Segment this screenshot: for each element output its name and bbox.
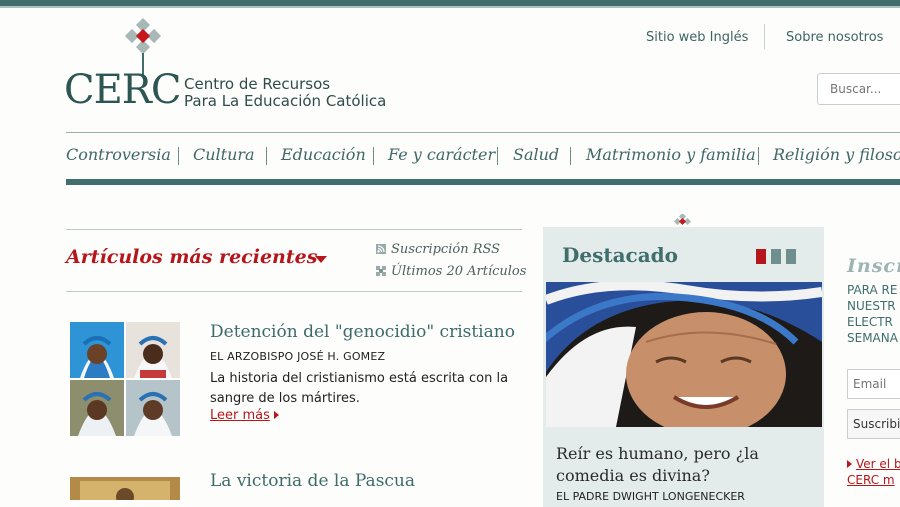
pager-dot-1[interactable] bbox=[756, 249, 766, 264]
article-summary: La historia del cristianismo está escrit… bbox=[210, 371, 509, 406]
nav-item-religion[interactable]: Religión y filosofía bbox=[773, 145, 900, 164]
article-title[interactable]: La victoria de la Pascua bbox=[210, 471, 415, 491]
link-english-site[interactable]: Sitio web Inglés bbox=[646, 30, 748, 45]
section-rule-bottom bbox=[66, 291, 522, 292]
nav-item-controversia[interactable]: Controversia bbox=[66, 145, 171, 164]
nav-divider bbox=[758, 147, 759, 165]
subscribe-line: ELECTR bbox=[847, 315, 893, 329]
arrow-right-icon bbox=[847, 460, 852, 468]
nav-divider bbox=[266, 147, 267, 165]
recent-articles-title[interactable]: Artículos más recientes bbox=[66, 246, 317, 268]
article-thumbnail[interactable] bbox=[70, 477, 180, 500]
rss-icon bbox=[376, 244, 386, 254]
logo-tagline-2: Para La Educación Católica bbox=[184, 92, 387, 110]
small-cross-icon bbox=[674, 214, 692, 226]
nav-bottom-bar bbox=[66, 179, 900, 185]
subscribe-line: PARA RE bbox=[847, 283, 898, 297]
newsletter-link-line2: CERC m bbox=[847, 473, 895, 487]
search-input[interactable] bbox=[817, 73, 900, 105]
section-rule-top bbox=[66, 229, 522, 230]
nav-item-matrimonio[interactable]: Matrimonio y familia bbox=[586, 145, 756, 164]
top-links-divider bbox=[764, 24, 765, 49]
email-field[interactable] bbox=[847, 369, 900, 399]
nav-divider bbox=[373, 147, 374, 165]
article-thumbnail[interactable] bbox=[70, 322, 180, 436]
pager-dot-2[interactable] bbox=[771, 249, 781, 264]
logo-wordmark: CERC bbox=[64, 67, 182, 113]
subscribe-line: NUESTR bbox=[847, 299, 896, 313]
article-author: EL ARZOBISPO JOSÉ H. GOMEZ bbox=[210, 350, 386, 363]
list-item: La victoria de la Pascua bbox=[66, 471, 522, 500]
rss-link[interactable]: Suscripción RSS bbox=[376, 242, 500, 257]
newsletter-link[interactable]: Ver el b CERC m bbox=[847, 456, 900, 488]
link-about-us[interactable]: Sobre nosotros bbox=[786, 30, 883, 45]
list-item: Detención del "genocidio" cristiano EL A… bbox=[66, 322, 522, 442]
nav-item-cultura[interactable]: Cultura bbox=[193, 145, 255, 164]
featured-author: EL PADRE DWIGHT LONGENECKER bbox=[556, 490, 745, 503]
last-20-link[interactable]: Últimos 20 Artículos bbox=[376, 264, 526, 279]
subscribe-description: PARA RE NUESTR ELECTR SEMANA bbox=[847, 282, 898, 346]
rss-label: Suscripción RSS bbox=[391, 242, 501, 257]
featured-headline[interactable]: Reír es humano, pero ¿la comedia es divi… bbox=[556, 443, 816, 487]
featured-title: Destacado bbox=[562, 243, 678, 267]
featured-image[interactable] bbox=[546, 282, 822, 427]
read-more-link[interactable]: Leer más bbox=[210, 408, 279, 423]
site-logo[interactable]: CERC Centro de Recursos Para La Educació… bbox=[64, 18, 404, 112]
newsletter-link-line1: Ver el b bbox=[856, 457, 900, 471]
nav-divider bbox=[497, 147, 498, 165]
grid-icon bbox=[376, 266, 386, 276]
subscribe-title: Inscr bbox=[847, 255, 900, 277]
nav-item-fe-caracter[interactable]: Fe y carácter bbox=[388, 145, 495, 164]
pager-dot-3[interactable] bbox=[786, 249, 796, 264]
nav-item-educacion[interactable]: Educación bbox=[281, 145, 366, 164]
read-more-label: Leer más bbox=[210, 408, 270, 423]
featured-panel: Destacado Reír es humano, pero ¿la comed… bbox=[543, 227, 824, 507]
nav-top-rule bbox=[66, 132, 900, 133]
nav-divider bbox=[178, 147, 179, 165]
subscribe-line: SEMANA bbox=[847, 331, 898, 345]
nav-item-salud[interactable]: Salud bbox=[513, 145, 559, 164]
last-20-label: Últimos 20 Artículos bbox=[391, 264, 527, 279]
article-title[interactable]: Detención del "genocidio" cristiano bbox=[210, 322, 515, 342]
top-accent-bar bbox=[0, 0, 900, 8]
subscribe-button[interactable]: Suscribi bbox=[847, 409, 900, 439]
arrow-right-icon bbox=[273, 411, 279, 419]
chevron-down-icon[interactable] bbox=[315, 256, 327, 263]
nav-divider bbox=[570, 147, 571, 165]
logo-tagline-1: Centro de Recursos bbox=[184, 75, 331, 93]
